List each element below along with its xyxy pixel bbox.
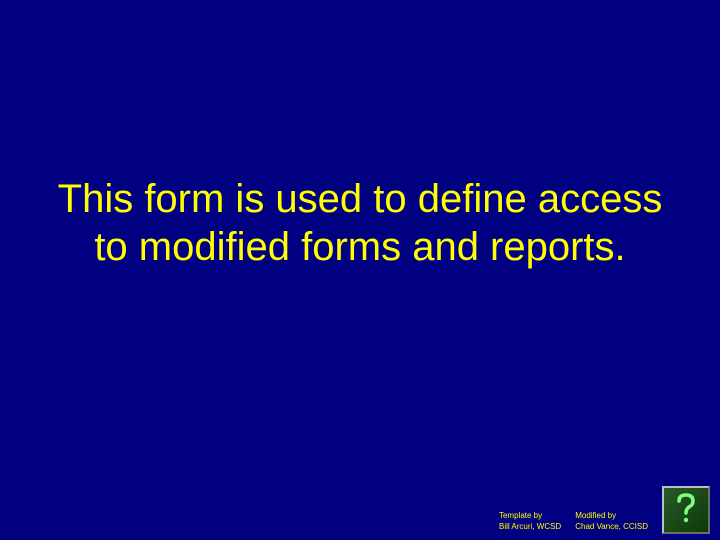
footer-credits: Template by Bill Arcuri, WCSD Modified b… [499,511,648,532]
slide-main-text: This form is used to define access to mo… [0,175,720,271]
template-credit: Template by Bill Arcuri, WCSD [499,511,561,532]
template-credit-author: Bill Arcuri, WCSD [499,522,561,532]
help-icon [668,490,704,531]
help-button[interactable] [662,486,710,534]
modified-credit-label: Modified by [575,511,648,521]
modified-credit: Modified by Chad Vance, CCISD [575,511,648,532]
modified-credit-author: Chad Vance, CCISD [575,522,648,532]
template-credit-label: Template by [499,511,561,521]
